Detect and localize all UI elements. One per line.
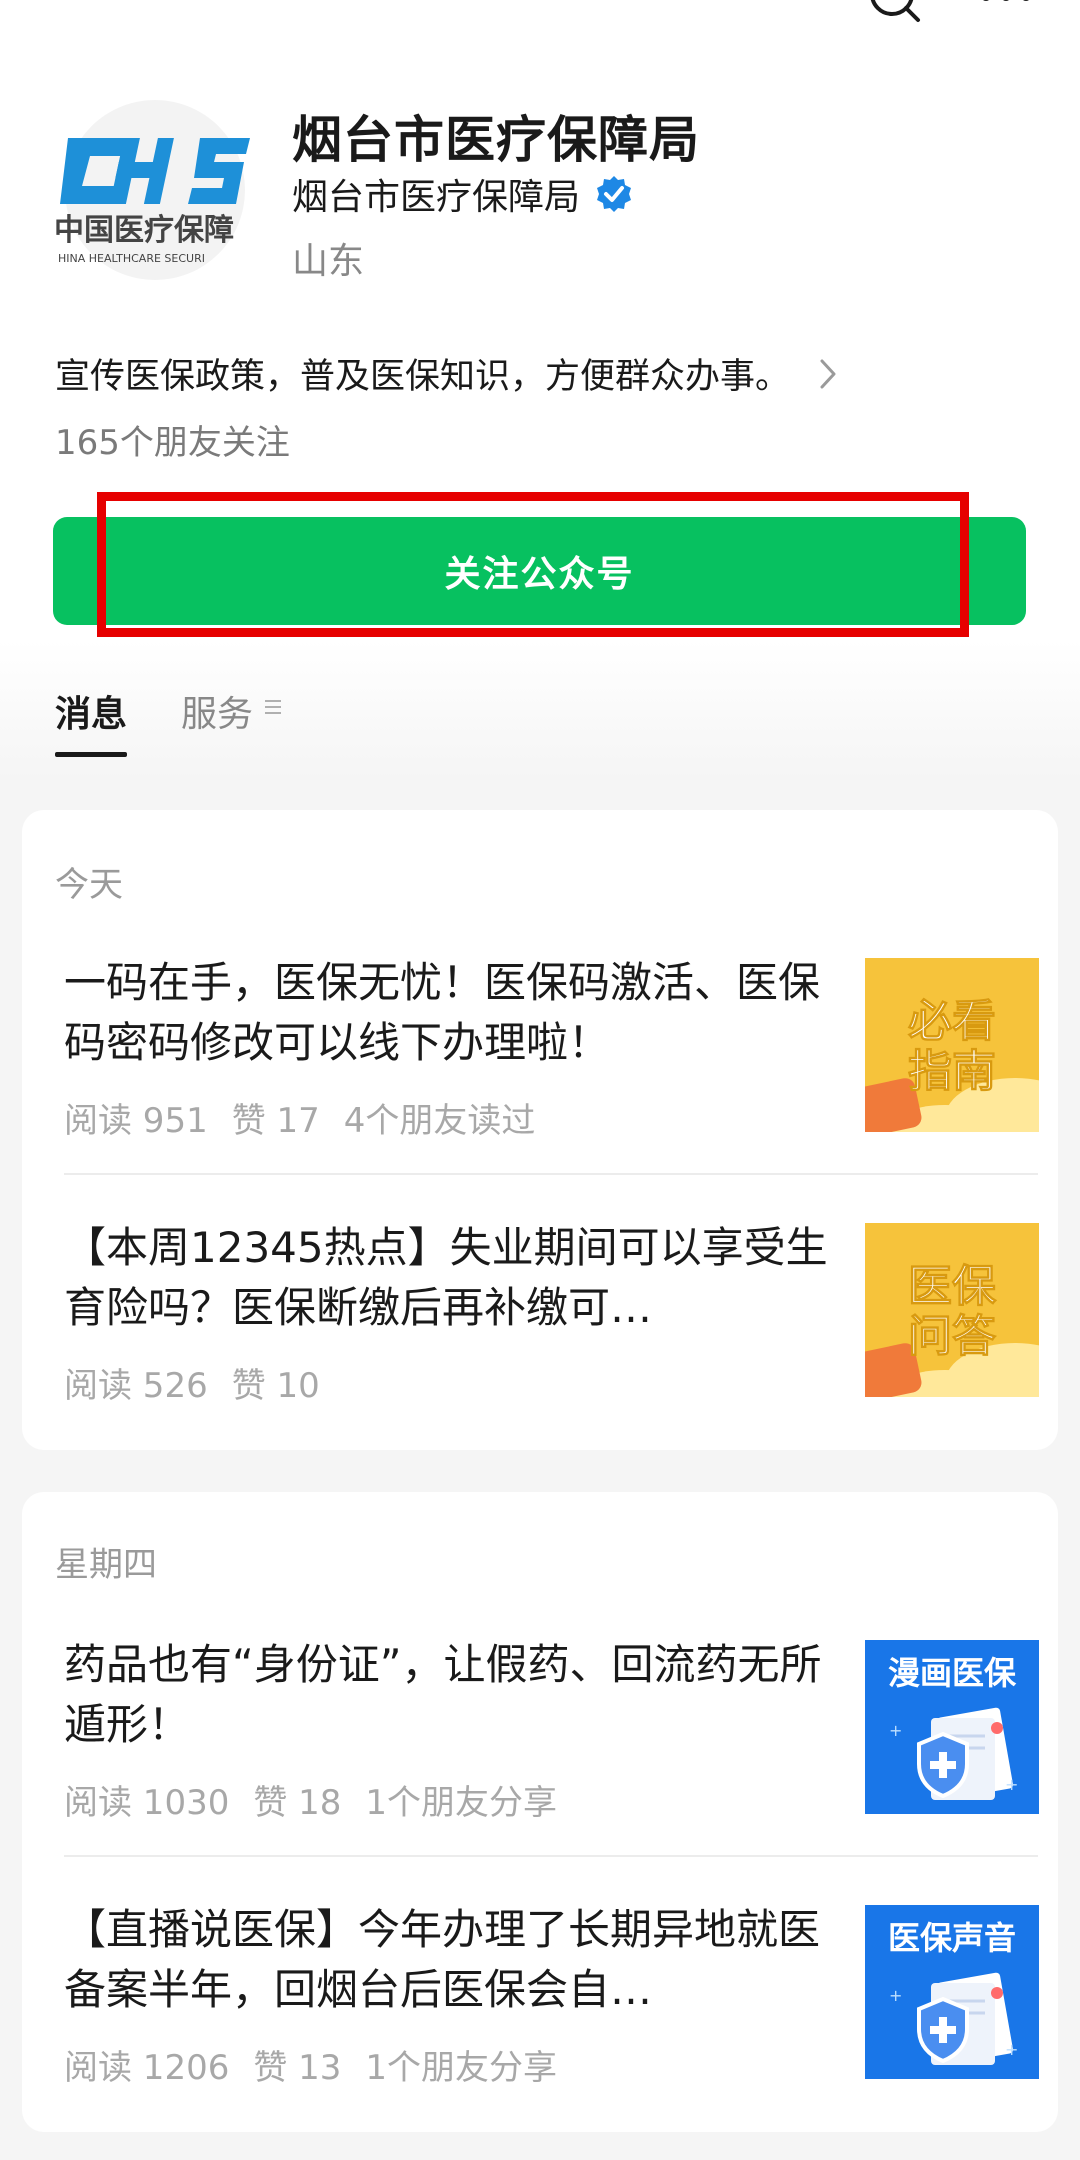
thumb-text-line1: 必看 bbox=[908, 996, 996, 1047]
article-friends-shared: 1个朋友分享 bbox=[365, 2048, 558, 2088]
message-group-card: 星期四 药品也有“身份证”，让假药、回流药无所遁形！ 阅读 1030 赞 18 … bbox=[22, 1492, 1058, 2132]
more-options-icon[interactable] bbox=[978, 0, 1034, 12]
svg-text:+: + bbox=[889, 1721, 902, 1740]
article-meta: 阅读 951 赞 17 4个朋友读过 bbox=[64, 1093, 559, 1142]
article-divider bbox=[64, 1855, 1038, 1857]
account-logo: 中国医疗保障 HINA HEALTHCARE SECURI bbox=[40, 100, 270, 280]
chs-logo-icon: 中国医疗保障 HINA HEALTHCARE SECURI bbox=[54, 100, 250, 280]
logo-cn-text: 中国医疗保障 bbox=[54, 213, 234, 248]
thumb-text-line1: 漫画医保 bbox=[888, 1654, 1017, 1692]
article-thumbnail: 医保 问答 bbox=[865, 1223, 1039, 1397]
menu-lines-icon bbox=[265, 700, 282, 714]
logo-en-text: HINA HEALTHCARE SECURI bbox=[58, 252, 205, 265]
svg-text:+: + bbox=[1005, 2040, 1018, 2059]
article-read-count: 阅读 1206 bbox=[64, 2048, 230, 2088]
search-icon[interactable] bbox=[868, 0, 924, 26]
account-description-row[interactable]: 宣传医保政策，普及医保知识，方便群众办事。 bbox=[55, 348, 1015, 399]
article-item[interactable]: 【本周12345热点】失业期间可以享受生育险吗？医保断缴后再补缴可… 阅读 52… bbox=[64, 1218, 1039, 1408]
article-title: 一码在手，医保无忧！医保码激活、医保码密码修改可以线下办理啦！ bbox=[64, 958, 821, 1067]
followers-count: 165个朋友关注 bbox=[55, 423, 290, 463]
article-title: 【直播说医保】今年办理了长期异地就医备案半年，回烟台后医保会自… bbox=[64, 1905, 821, 2014]
thumb-text-line1: 医保声音 bbox=[888, 1919, 1016, 1957]
article-read-count: 阅读 951 bbox=[64, 1101, 208, 1141]
thumb-text-line2: 问答 bbox=[908, 1311, 997, 1362]
article-thumbnail: 医保声音 + + bbox=[865, 1905, 1039, 2079]
article-meta: 阅读 526 赞 10 bbox=[64, 1358, 344, 1407]
article-like-count: 赞 13 bbox=[253, 2048, 342, 2088]
thumb-text-line1: 医保 bbox=[908, 1261, 997, 1312]
article-like-count: 赞 10 bbox=[231, 1366, 320, 1406]
article-like-count: 赞 17 bbox=[231, 1101, 320, 1141]
article-friends-read: 4个朋友读过 bbox=[343, 1101, 536, 1141]
article-item[interactable]: 药品也有“身份证”，让假药、回流药无所遁形！ 阅读 1030 赞 18 1个朋友… bbox=[64, 1635, 1039, 1825]
chevron-right-icon bbox=[820, 359, 836, 388]
article-read-count: 阅读 526 bbox=[64, 1366, 208, 1406]
account-subtitle-row: 烟台市医疗保障局 bbox=[292, 168, 634, 220]
svg-text:+: + bbox=[889, 1986, 902, 2005]
article-friends-shared: 1个朋友分享 bbox=[365, 1783, 558, 1823]
follow-account-button[interactable]: 关注公众号 bbox=[53, 517, 1026, 625]
official-account-page: 中国医疗保障 HINA HEALTHCARE SECURI 烟台市医疗保障局 烟… bbox=[0, 0, 1080, 2160]
tab-messages-label: 消息 bbox=[55, 694, 128, 735]
account-description: 宣传医保政策，普及医保知识，方便群众办事。 bbox=[55, 357, 791, 397]
account-subtitle: 烟台市医疗保障局 bbox=[292, 177, 581, 218]
message-group-card: 今天 一码在手，医保无忧！医保码激活、医保码密码修改可以线下办理啦！ 阅读 95… bbox=[22, 810, 1058, 1450]
back-arrow-icon[interactable] bbox=[30, 0, 70, 18]
article-like-count: 赞 18 bbox=[253, 1783, 342, 1823]
tab-services[interactable]: 服务 bbox=[181, 685, 283, 757]
group-day-label: 今天 bbox=[55, 865, 123, 905]
article-thumbnail: 漫画医保 + + bbox=[865, 1640, 1039, 1814]
article-item[interactable]: 一码在手，医保无忧！医保码激活、医保码密码修改可以线下办理啦！ 阅读 951 赞… bbox=[64, 953, 1039, 1143]
account-title: 烟台市医疗保障局 bbox=[292, 111, 700, 169]
article-title: 药品也有“身份证”，让假药、回流药无所遁形！ bbox=[64, 1640, 822, 1749]
article-meta: 阅读 1030 赞 18 1个朋友分享 bbox=[64, 1775, 581, 1824]
article-read-count: 阅读 1030 bbox=[64, 1783, 230, 1823]
article-meta: 阅读 1206 赞 13 1个朋友分享 bbox=[64, 2040, 581, 2089]
thumb-text-line2: 指南 bbox=[908, 1046, 996, 1097]
svg-text:+: + bbox=[1005, 1775, 1018, 1794]
tab-services-label: 服务 bbox=[181, 694, 254, 735]
tab-messages[interactable]: 消息 bbox=[55, 685, 128, 757]
article-thumbnail: 必看 指南 bbox=[865, 958, 1039, 1132]
article-item[interactable]: 【直播说医保】今年办理了长期异地就医备案半年，回烟台后医保会自… 阅读 1206… bbox=[64, 1900, 1039, 2090]
article-divider bbox=[64, 1173, 1038, 1175]
group-day-label: 星期四 bbox=[55, 1545, 157, 1585]
account-region: 山东 bbox=[292, 241, 365, 282]
content-tabs: 消息 服务 bbox=[55, 685, 337, 757]
article-title: 【本周12345热点】失业期间可以享受生育险吗？医保断缴后再补缴可… bbox=[64, 1223, 828, 1332]
verified-badge-icon bbox=[597, 176, 632, 212]
